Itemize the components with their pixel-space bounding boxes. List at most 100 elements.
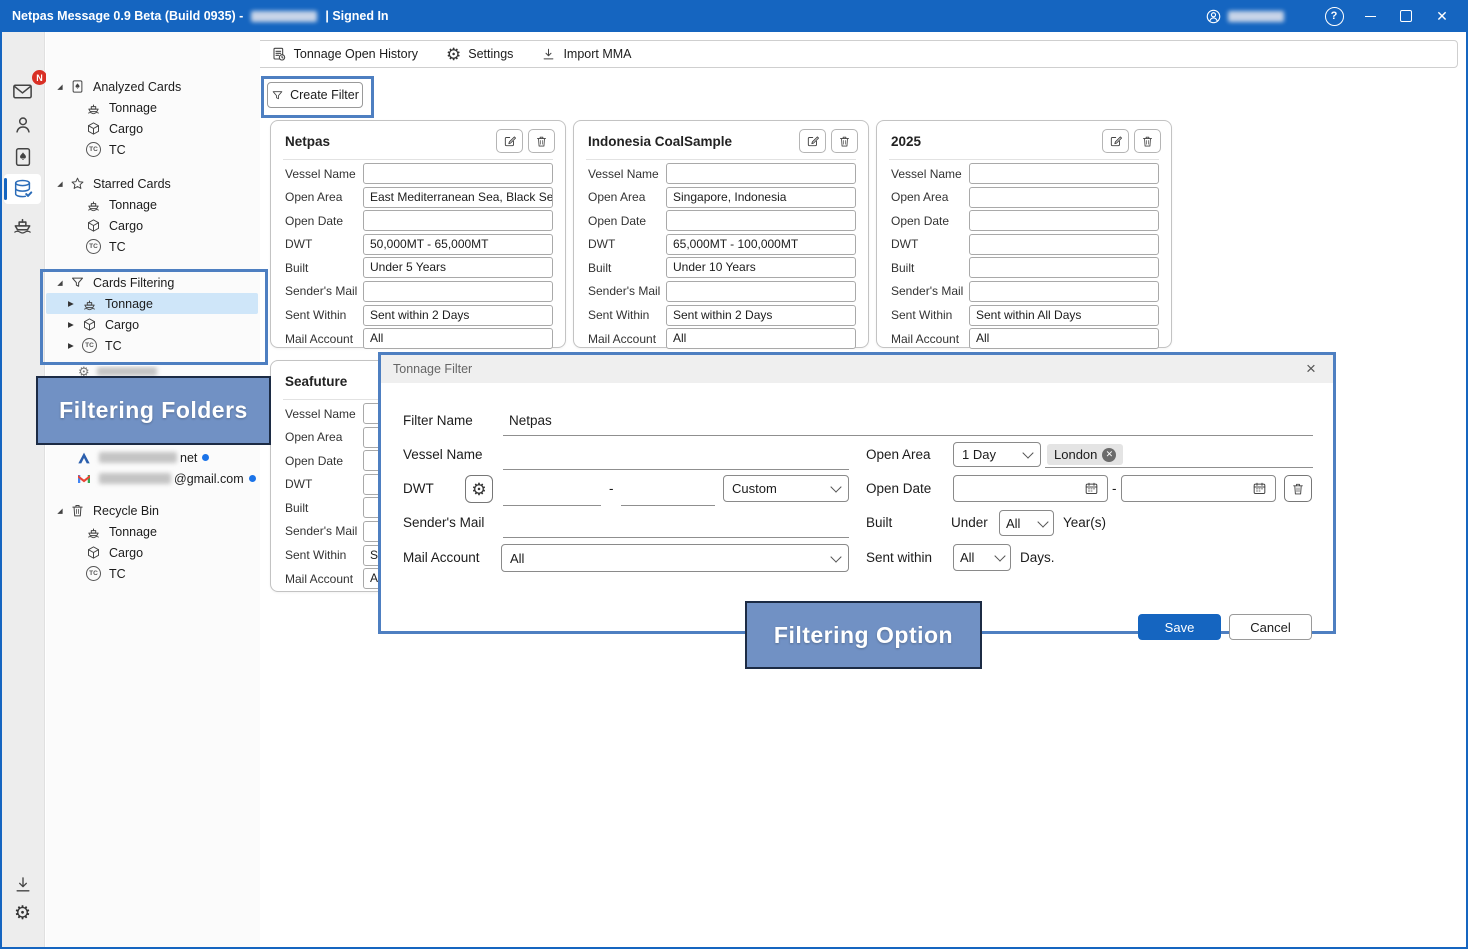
account-button[interactable] — [1199, 0, 1290, 32]
mail-account-field[interactable]: All — [969, 328, 1159, 349]
mail-account-item-gmail[interactable]: @gmail.com — [46, 468, 258, 489]
remove-tag-icon[interactable]: ✕ — [1102, 448, 1116, 462]
toolbar-import-mma[interactable]: Import MMA — [541, 47, 631, 62]
trash-icon — [1291, 482, 1305, 496]
senders-mail-label: Sender's Mail — [403, 515, 484, 530]
tree-item-label: TC — [109, 240, 126, 254]
open-area-tag-london[interactable]: London ✕ — [1047, 444, 1123, 465]
tree-section-recycle-bin[interactable]: ◢ Recycle Bin — [46, 500, 258, 521]
dwt-field[interactable]: 65,000MT - 100,000MT — [666, 234, 856, 255]
mail-account-field[interactable]: All — [666, 328, 856, 349]
dwt-min-input[interactable] — [503, 479, 601, 506]
open-area-field[interactable] — [969, 187, 1159, 208]
open-area-period-value: 1 Day — [962, 447, 996, 462]
tree-section-starred-cards[interactable]: ◢ Starred Cards — [46, 173, 258, 194]
gear-icon: ⚙ — [14, 904, 31, 923]
field-label: Sender's Mail — [285, 284, 363, 298]
download-icon — [13, 875, 33, 895]
mail-account-item-net[interactable]: net — [46, 447, 258, 468]
tree-section-cards-filtering[interactable]: ◢ Cards Filtering — [46, 272, 258, 293]
rail-analyzed-cards-button[interactable] — [4, 142, 41, 172]
filter-name-input[interactable] — [503, 413, 1313, 436]
field-label: Sent Within — [285, 548, 363, 562]
delete-card-button[interactable] — [528, 129, 555, 153]
open-date-field[interactable] — [666, 210, 856, 231]
built-field[interactable]: Under 10 Years — [666, 257, 856, 278]
edit-card-button[interactable] — [1102, 129, 1129, 153]
dwt-field[interactable] — [969, 234, 1159, 255]
tree-item-starred-cargo[interactable]: Cargo — [46, 215, 258, 236]
mail-account-field[interactable]: All — [363, 328, 553, 349]
tree-item-analyzed-tc[interactable]: TC TC — [46, 139, 258, 160]
open-date-to-input[interactable] — [1121, 475, 1276, 502]
expanded-triangle-icon: ◢ — [54, 507, 66, 515]
dwt-field[interactable]: 50,000MT - 65,000MT — [363, 234, 553, 255]
edit-card-button[interactable] — [496, 129, 523, 153]
maximize-button[interactable] — [1388, 0, 1424, 32]
dwt-max-input[interactable] — [621, 479, 715, 506]
senders-mail-field[interactable] — [363, 281, 553, 302]
delete-card-button[interactable] — [831, 129, 858, 153]
open-date-field[interactable] — [969, 210, 1159, 231]
dialog-close-button[interactable]: × — [1299, 357, 1323, 381]
filtering-option-callout: Filtering Option — [745, 601, 982, 669]
rail-download-button[interactable] — [4, 870, 41, 900]
sent-within-field[interactable]: Sent within All Days — [969, 305, 1159, 326]
delete-card-button[interactable] — [1134, 129, 1161, 153]
rail-database-button-active[interactable] — [4, 174, 41, 204]
tree-item-recycle-tc[interactable]: TC TC — [46, 563, 258, 584]
sent-within-field[interactable]: Sent within 2 Days — [363, 305, 553, 326]
toolbar-settings[interactable]: ⚙ Settings — [446, 46, 513, 63]
senders-mail-field[interactable] — [969, 281, 1159, 302]
tree-item-recycle-tonnage[interactable]: Tonnage — [46, 521, 258, 542]
open-area-period-select[interactable]: 1 Day — [953, 442, 1041, 467]
field-label: DWT — [285, 477, 363, 491]
built-field[interactable]: Under 5 Years — [363, 257, 553, 278]
tree-item-recycle-cargo[interactable]: Cargo — [46, 542, 258, 563]
email-domain: @gmail.com — [174, 472, 244, 486]
tree-item-starred-tonnage[interactable]: Tonnage — [46, 194, 258, 215]
rail-ship-button[interactable] — [4, 208, 41, 238]
close-button[interactable]: ✕ — [1424, 0, 1460, 32]
open-date-field[interactable] — [363, 210, 553, 231]
toolbar-tonnage-open-history[interactable]: Tonnage Open History — [271, 46, 418, 62]
tree-item-filtering-tc[interactable]: ▶ TC TC — [46, 335, 258, 356]
sent-within-field[interactable]: Sent within 2 Days — [666, 305, 856, 326]
mail-account-select[interactable]: All — [501, 544, 849, 572]
vessel-name-field[interactable] — [666, 163, 856, 184]
minimize-button[interactable] — [1352, 0, 1388, 32]
open-area-field[interactable]: East Mediterranean Sea, Black Sea — [363, 187, 553, 208]
filter-card-netpas: Netpas Vessel Name Open AreaEast Mediter… — [270, 120, 566, 348]
senders-mail-field[interactable] — [666, 281, 856, 302]
vessel-name-field[interactable] — [363, 163, 553, 184]
save-button[interactable]: Save — [1138, 614, 1221, 640]
clear-open-date-button[interactable] — [1284, 475, 1312, 502]
dwt-mode-select[interactable]: Custom — [723, 475, 849, 502]
built-years-select[interactable]: All — [999, 510, 1054, 536]
tree-item-starred-tc[interactable]: TC TC — [46, 236, 258, 257]
tree-item-partially-hidden[interactable]: ⚙ — [46, 366, 258, 376]
help-button[interactable]: ? — [1316, 0, 1352, 32]
dwt-settings-button[interactable]: ⚙ — [465, 475, 493, 503]
built-field[interactable] — [969, 257, 1159, 278]
tree-item-filtering-tonnage-selected[interactable]: ▶ Tonnage — [46, 293, 258, 314]
sent-within-select[interactable]: All — [953, 544, 1011, 571]
tree-item-filtering-cargo[interactable]: ▶ Cargo — [46, 314, 258, 335]
open-date-from-input[interactable] — [953, 475, 1108, 502]
analyzed-card-icon — [70, 79, 85, 94]
tree-section-analyzed-cards[interactable]: ◢ Analyzed Cards — [46, 76, 258, 97]
tree-item-analyzed-cargo[interactable]: Cargo — [46, 118, 258, 139]
rail-mail-button[interactable]: N — [4, 76, 41, 106]
create-filter-button[interactable]: Create Filter — [267, 82, 363, 108]
rail-settings-button[interactable]: ⚙ — [4, 898, 41, 928]
rail-contacts-button[interactable] — [4, 110, 41, 140]
vessel-name-input[interactable] — [503, 447, 849, 470]
open-area-field[interactable]: Singapore, Indonesia — [666, 187, 856, 208]
senders-mail-input[interactable] — [503, 515, 849, 538]
tree-item-analyzed-tonnage[interactable]: Tonnage — [46, 97, 258, 118]
cancel-button[interactable]: Cancel — [1229, 614, 1312, 640]
edit-card-button[interactable] — [799, 129, 826, 153]
help-icon: ? — [1325, 7, 1344, 26]
vessel-name-field[interactable] — [969, 163, 1159, 184]
dialog-title-bar[interactable]: Tonnage Filter × — [381, 355, 1333, 383]
